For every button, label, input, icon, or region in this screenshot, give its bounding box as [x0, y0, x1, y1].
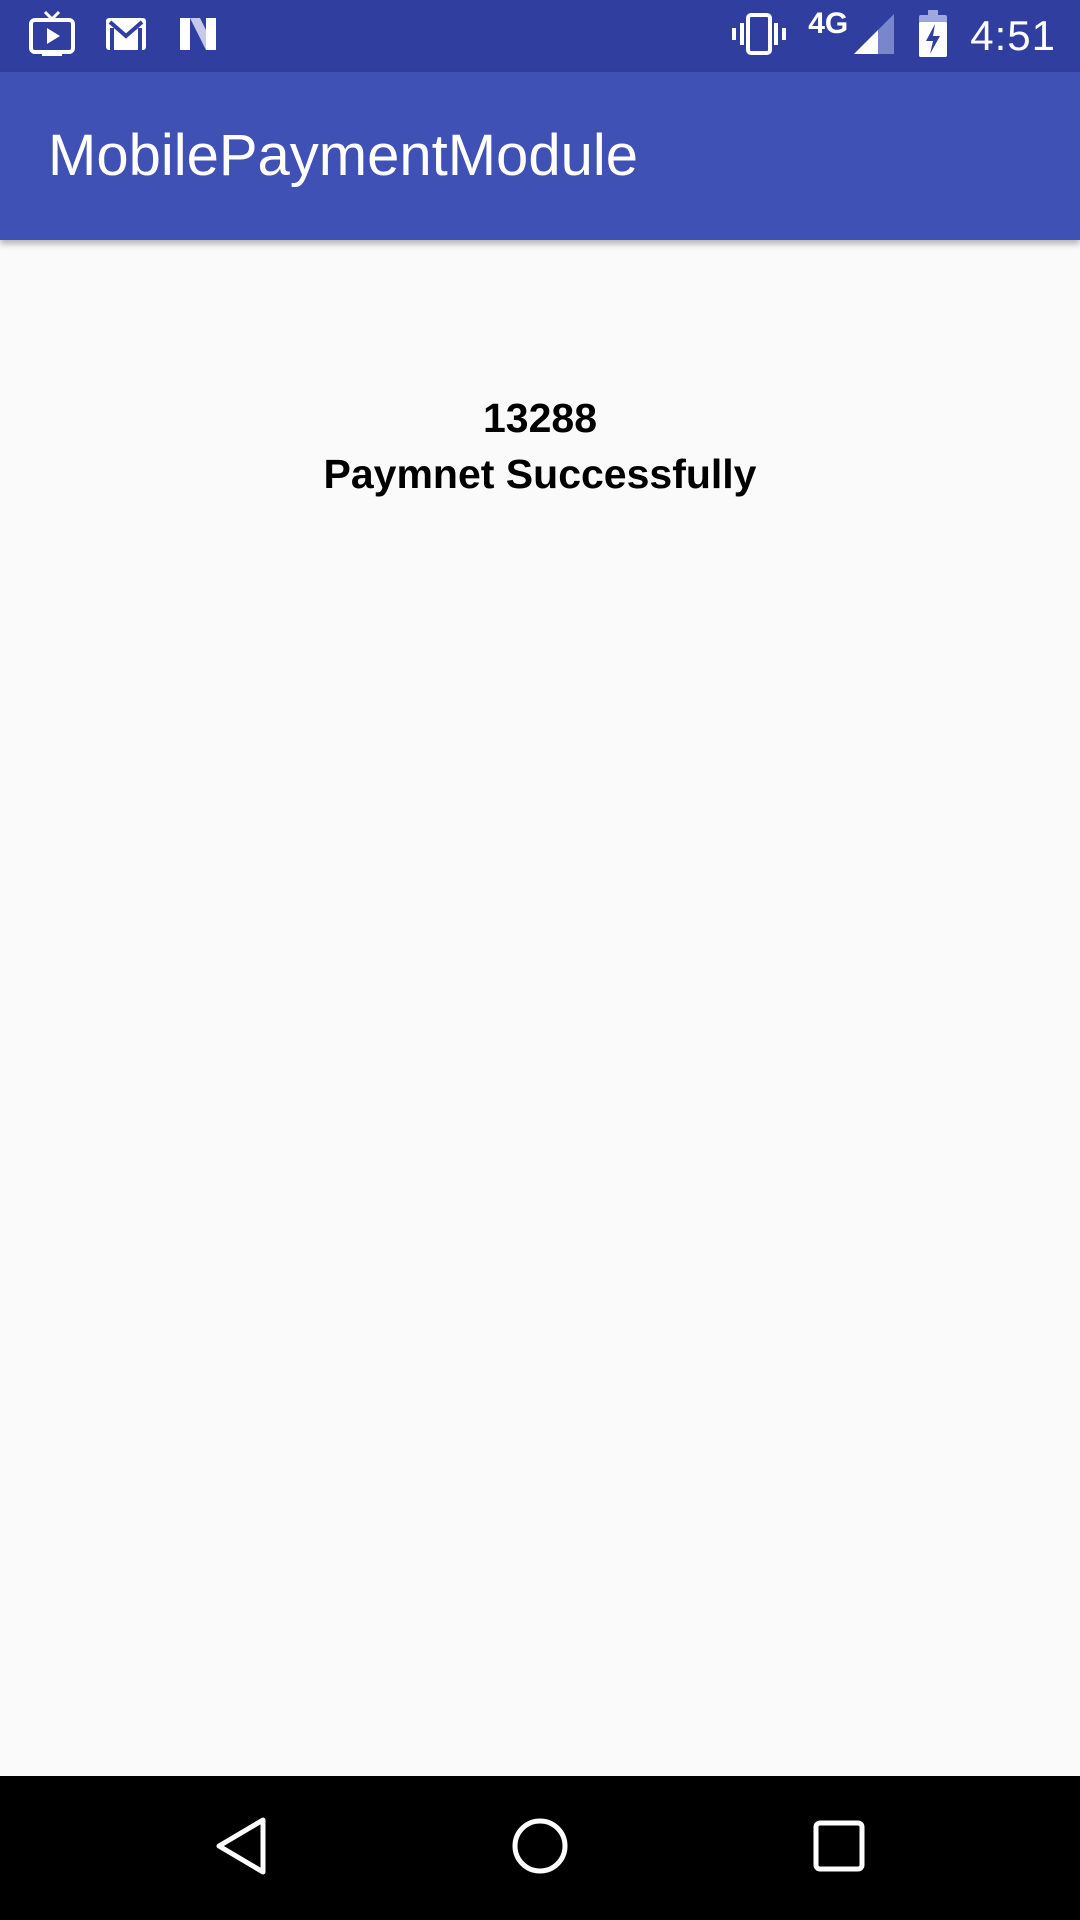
signal-icon [852, 12, 896, 61]
navigation-bar [0, 1776, 1080, 1920]
app-bar: MobilePaymentModule [0, 72, 1080, 240]
tv-play-icon [28, 10, 76, 63]
clock: 4:51 [970, 12, 1056, 59]
home-icon [510, 1816, 570, 1881]
payment-result: 13288 Paymnet Successfully [0, 390, 1080, 502]
home-button[interactable] [504, 1812, 576, 1884]
network-type-label: 4G [808, 7, 849, 40]
recents-button[interactable] [803, 1812, 875, 1884]
screen: 4G 4:51 MobilePaymentModule 13288 Paymne… [0, 0, 1080, 1920]
gmail-icon [104, 14, 148, 59]
battery-charging-icon [918, 9, 948, 63]
vibrate-icon [732, 12, 787, 61]
status-bar: 4G 4:51 [0, 0, 1080, 72]
system-icons: 4G 4:51 [732, 7, 1056, 64]
payment-amount: 13288 [482, 395, 597, 441]
notification-icons [28, 10, 220, 63]
n-logo-icon [176, 14, 220, 59]
back-icon [213, 1816, 269, 1881]
back-button[interactable] [205, 1812, 277, 1884]
main-content: 13288 Paymnet Successfully [0, 240, 1080, 1776]
payment-status-message: Paymnet Successfully [323, 451, 757, 497]
app-title: MobilePaymentModule [48, 123, 638, 188]
recents-icon [812, 1819, 866, 1878]
